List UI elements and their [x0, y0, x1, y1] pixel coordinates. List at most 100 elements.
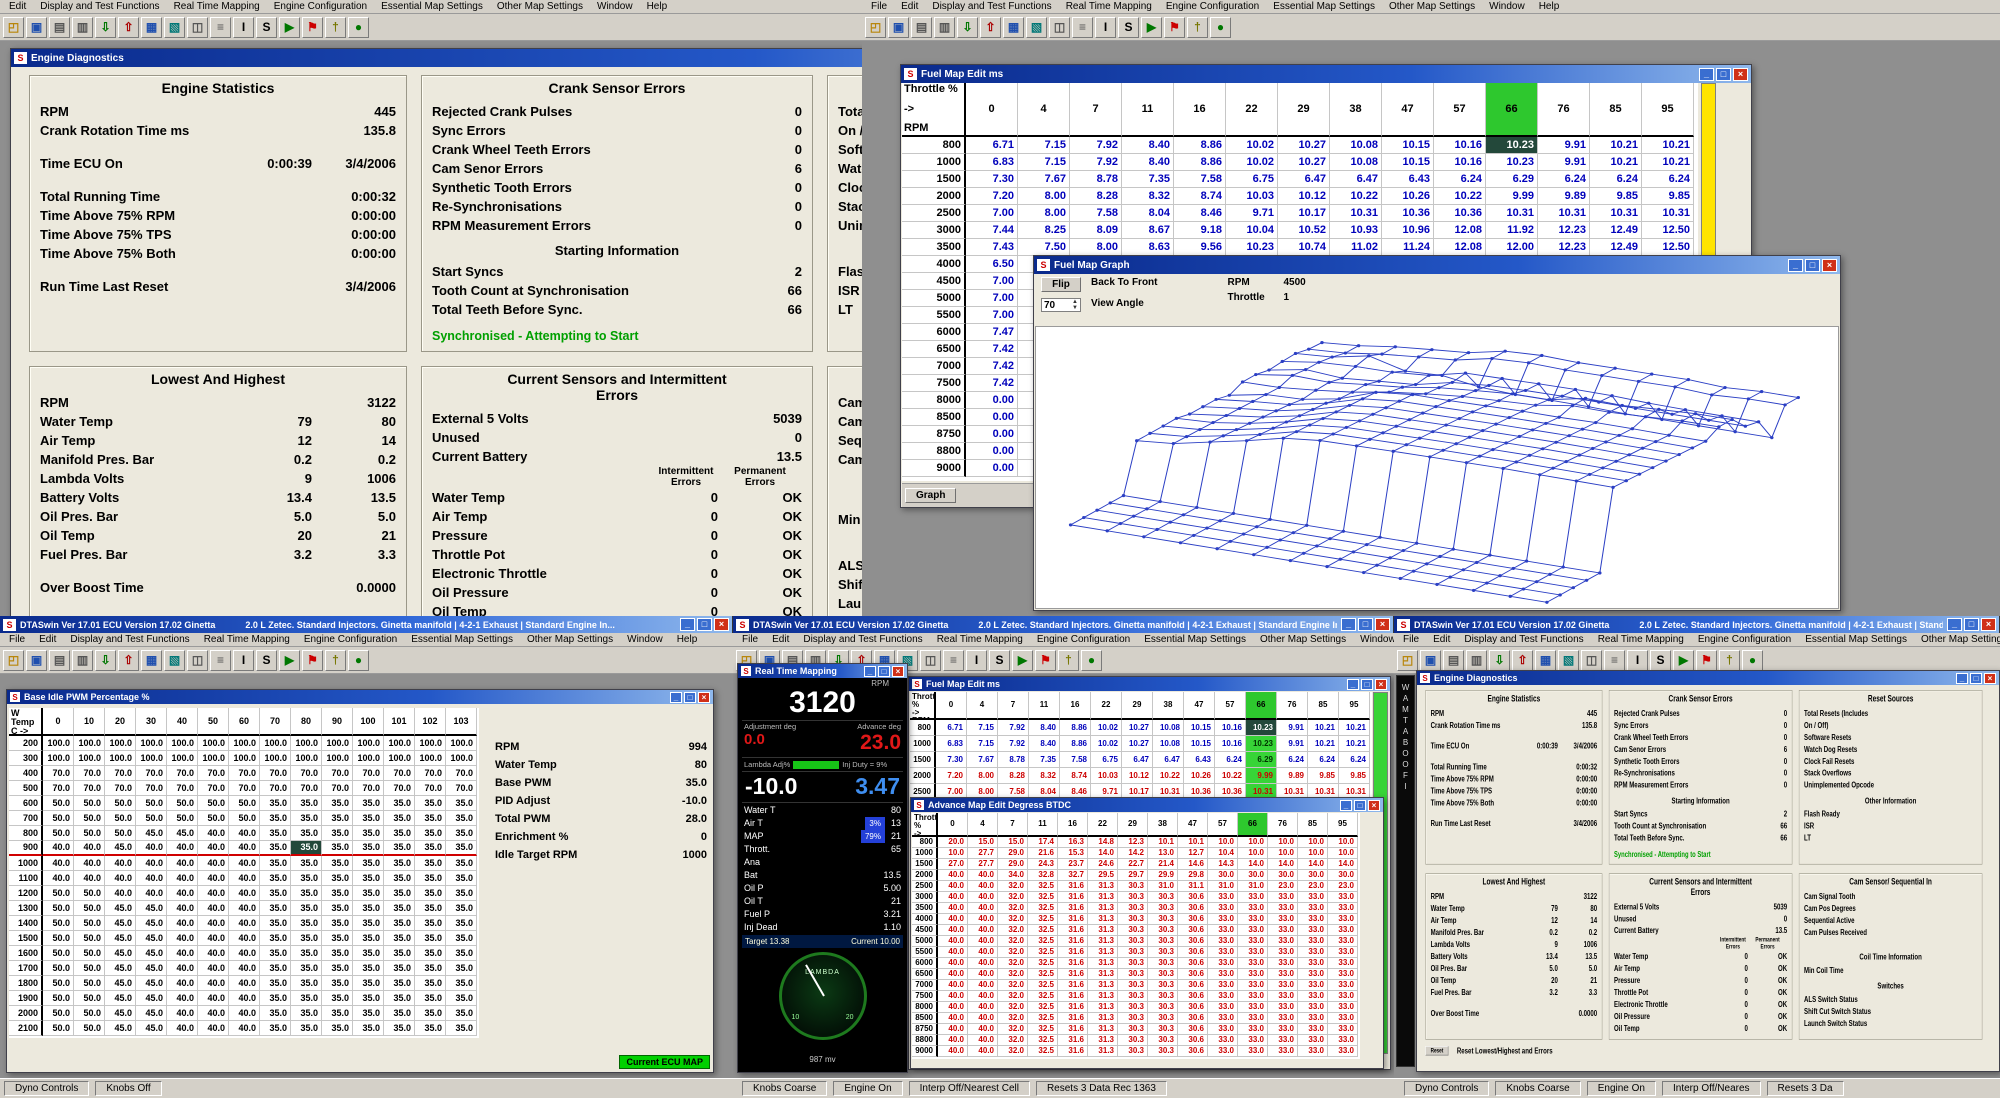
menu-essential-map-settings[interactable]: Essential Map Settings	[404, 634, 520, 645]
map-cell[interactable]: 70.0	[353, 781, 384, 796]
map-cell[interactable]: 10.15	[1184, 736, 1215, 752]
map-col-header[interactable]: 30	[136, 708, 167, 736]
map-cell[interactable]: 40.0	[198, 886, 229, 901]
map-cell[interactable]: 14.0	[1298, 859, 1328, 870]
map-cell[interactable]: 35.0	[446, 886, 477, 901]
map-cell[interactable]: 100.0	[198, 736, 229, 751]
map-row-header[interactable]: 600	[9, 796, 43, 811]
map-cell[interactable]: 35.0	[415, 1006, 446, 1021]
map-col-header[interactable]: 95	[1328, 813, 1358, 837]
map-cell[interactable]: 30.0	[1238, 870, 1268, 881]
map-cell[interactable]: 50.0	[43, 1021, 74, 1036]
map-col-header[interactable]: 95	[1339, 692, 1370, 720]
map-cell[interactable]: 30.3	[1148, 914, 1178, 925]
map-col-header[interactable]: 57	[1215, 692, 1246, 720]
map-cell[interactable]: 40.0	[229, 1021, 260, 1036]
map-cell[interactable]: 8.46	[1174, 205, 1226, 222]
map-cell[interactable]: 8.86	[1174, 154, 1226, 171]
menu-display-and-test-functions[interactable]: Display and Test Functions	[33, 1, 166, 12]
map-row-header[interactable]: 300	[9, 751, 43, 766]
map-cell[interactable]: 32.8	[1028, 870, 1058, 881]
menu-file[interactable]: File	[735, 634, 765, 645]
map-cell[interactable]: 10.22	[1330, 188, 1382, 205]
map-cell[interactable]: 10.0	[1298, 837, 1328, 848]
map-cell[interactable]: 10.22	[1153, 768, 1184, 784]
map-cell[interactable]: 100.0	[167, 751, 198, 766]
map-cell[interactable]: 35.0	[446, 991, 477, 1006]
windows-icon[interactable]: ◫	[1049, 17, 1070, 38]
run-icon[interactable]: ▶	[279, 17, 300, 38]
map-cell[interactable]: 70.0	[43, 766, 74, 781]
menu-essential-map-settings[interactable]: Essential Map Settings	[1137, 634, 1253, 645]
map-cell[interactable]: 45.0	[105, 1021, 136, 1036]
map-cell[interactable]: 31.3	[1088, 1035, 1118, 1046]
map-cell[interactable]: 40.0	[198, 976, 229, 991]
map-cell[interactable]: 40.0	[968, 925, 998, 936]
map-cell[interactable]: 6.24	[1642, 171, 1694, 188]
map-cell[interactable]: 40.0	[198, 991, 229, 1006]
map-cell[interactable]: 45.0	[136, 1006, 167, 1021]
map-cell[interactable]: 27.7	[968, 848, 998, 859]
map-row-header[interactable]: 800	[9, 826, 43, 841]
map-cell[interactable]: 70.0	[198, 781, 229, 796]
map-row-header[interactable]: 2000	[910, 768, 936, 784]
map-cell[interactable]: 70.0	[136, 781, 167, 796]
map-cell[interactable]: 40.0	[167, 871, 198, 886]
map-col-header[interactable]: 80	[291, 708, 322, 736]
map-cell[interactable]: 6.24	[1339, 752, 1370, 768]
map-cell[interactable]: 50.0	[229, 811, 260, 826]
map-cell[interactable]: 6.29	[1486, 171, 1538, 188]
map-cell[interactable]: 35.0	[291, 796, 322, 811]
map-cell[interactable]: 40.0	[167, 856, 198, 871]
map-cell[interactable]: 100.0	[353, 751, 384, 766]
map-cell[interactable]: 10.08	[1153, 720, 1184, 736]
map-col-header[interactable]: 0	[936, 692, 967, 720]
map-cell[interactable]: 50.0	[43, 976, 74, 991]
map-col-header[interactable]: 16	[1060, 692, 1091, 720]
map-cell[interactable]: 7.92	[998, 736, 1029, 752]
map-cell[interactable]: 30.3	[1118, 1002, 1148, 1013]
map-col-header[interactable]: 29	[1118, 813, 1148, 837]
map-cell[interactable]: 35.0	[415, 931, 446, 946]
map-cell[interactable]: 32.0	[998, 1024, 1028, 1035]
map-cell[interactable]: 6.47	[1330, 171, 1382, 188]
map-cell[interactable]: 40.0	[968, 1046, 998, 1057]
map-cell[interactable]: 10.21	[1339, 720, 1370, 736]
map-col-header[interactable]: 50	[198, 708, 229, 736]
map-cell[interactable]: 45.0	[105, 841, 136, 856]
map-cell[interactable]: 9.89	[1538, 188, 1590, 205]
map-cell[interactable]: 40.0	[229, 856, 260, 871]
map-cell[interactable]: 35.0	[446, 961, 477, 976]
map-cell[interactable]: 35.0	[384, 931, 415, 946]
map-cell[interactable]: 50.0	[43, 931, 74, 946]
map-cell[interactable]: 30.3	[1118, 969, 1148, 980]
map-cell[interactable]: 33.0	[1208, 1035, 1238, 1046]
map-cell[interactable]: 10.21	[1339, 736, 1370, 752]
map-cell[interactable]: 35.0	[446, 871, 477, 886]
map-cell[interactable]: 50.0	[198, 796, 229, 811]
map-cell[interactable]: 50.0	[43, 811, 74, 826]
map-cell[interactable]: 35.0	[322, 976, 353, 991]
map-cell[interactable]: 10.36	[1382, 205, 1434, 222]
map-cell[interactable]: 10.15	[1382, 154, 1434, 171]
map-cell[interactable]: 30.6	[1178, 969, 1208, 980]
map-cell[interactable]: 33.0	[1328, 936, 1358, 947]
map-row-header[interactable]: 8000	[902, 392, 966, 409]
map-cell[interactable]: 100.0	[353, 736, 384, 751]
map-cell[interactable]: 70.0	[260, 766, 291, 781]
map-cell[interactable]: 30.6	[1178, 980, 1208, 991]
map-cell[interactable]: 35.0	[353, 991, 384, 1006]
map-cell[interactable]: 35.0	[260, 946, 291, 961]
map-cell[interactable]: 30.3	[1148, 1035, 1178, 1046]
map-cell[interactable]: 30.3	[1118, 892, 1148, 903]
map-cell[interactable]: 35.0	[353, 886, 384, 901]
map-cell[interactable]: 8.28	[998, 768, 1029, 784]
map-cell[interactable]: 21.4	[1148, 859, 1178, 870]
map-cell[interactable]: 31.1	[1178, 881, 1208, 892]
map-cell[interactable]: 35.0	[446, 901, 477, 916]
map-cell[interactable]: 33.0	[1208, 925, 1238, 936]
upload-icon[interactable]: ⇧	[118, 650, 139, 671]
map-cell[interactable]: 30.6	[1178, 1046, 1208, 1057]
minimize-button[interactable]: _	[680, 618, 695, 631]
map-cell[interactable]: 70.0	[198, 766, 229, 781]
